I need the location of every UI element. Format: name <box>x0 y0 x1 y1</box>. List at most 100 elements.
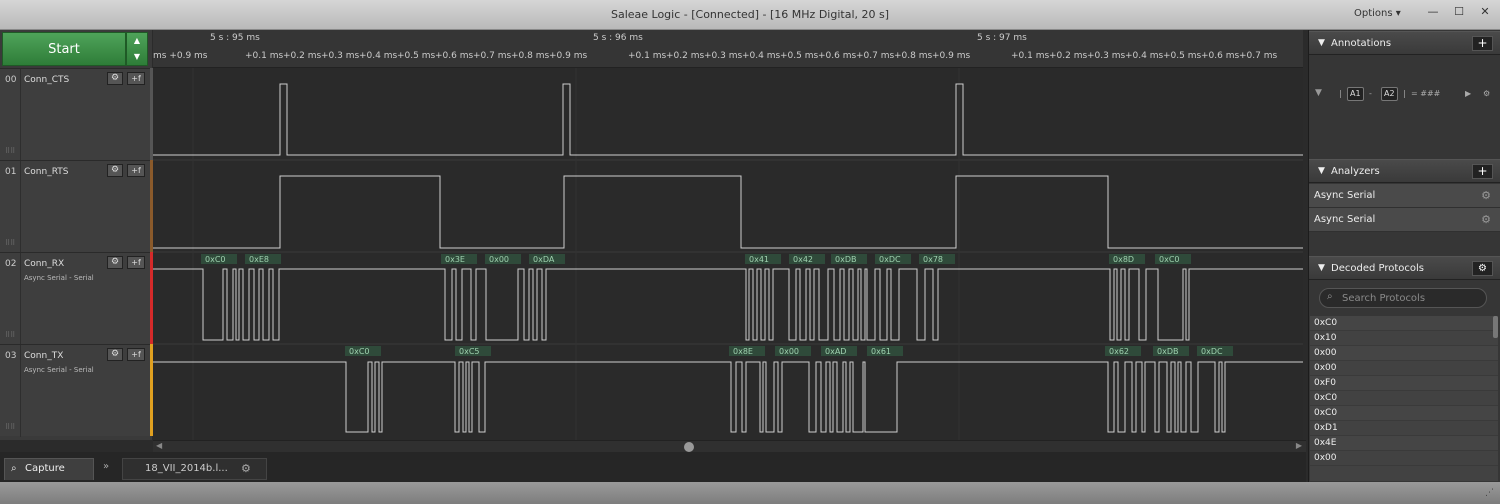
decoded-byte-label[interactable]: 0xC0 <box>349 347 370 356</box>
decoded-byte-label[interactable]: 0xDB <box>1157 347 1178 356</box>
pin-icon[interactable]: ▼ <box>1315 88 1322 98</box>
time-minor-label: +0.9 ms <box>549 51 588 61</box>
gear-icon[interactable]: ⚙ <box>1481 208 1491 232</box>
decoded-byte-label[interactable]: 0x78 <box>923 255 943 264</box>
channel-row[interactable]: 00 Conn_CTS ⚙ +f ⠿⠿ <box>0 68 150 161</box>
decoded-byte-label[interactable]: 0x8E <box>733 347 753 356</box>
options-menu[interactable]: Options ▾ <box>1354 8 1401 19</box>
search-protocols-input[interactable] <box>1342 291 1482 305</box>
decoded-item[interactable]: 0x4E <box>1310 436 1498 451</box>
gear-icon[interactable]: ⚙ <box>1483 89 1490 98</box>
decoded-item[interactable]: 0xC0 <box>1310 391 1498 406</box>
channel-settings-gear-icon[interactable]: ⚙ <box>107 256 123 269</box>
analyzer-item[interactable]: Async Serial ⚙ <box>1309 184 1500 208</box>
channel-name[interactable]: Conn_RX <box>24 259 64 269</box>
channel-row[interactable]: 02 Conn_RX Async Serial - Serial ⚙ +f ⠿⠿ <box>0 252 150 345</box>
decoded-item[interactable]: 0x00 <box>1310 346 1498 361</box>
annotation-a2[interactable]: A2 <box>1381 87 1398 101</box>
drag-grip-icon[interactable]: ⠿⠿ <box>5 147 15 155</box>
analyzer-item[interactable]: Async Serial ⚙ <box>1309 208 1500 232</box>
add-analyzer-icon[interactable]: +f <box>127 348 145 361</box>
decoded-item[interactable]: 0x00 <box>1310 451 1498 466</box>
play-icon[interactable]: ▶ <box>1465 89 1471 98</box>
channel-number: 03 <box>5 351 17 361</box>
decoded-byte-label[interactable]: 0x3E <box>445 255 465 264</box>
decoded-protocols-header[interactable]: ▼ Decoded Protocols ⚙ <box>1309 256 1500 280</box>
tab-file[interactable]: 18_VII_2014b.l... ⚙ <box>122 458 267 480</box>
decoded-byte-label[interactable]: 0x41 <box>749 255 769 264</box>
add-analyzer-icon[interactable]: +f <box>127 72 145 85</box>
close-button[interactable]: ✕ <box>1474 4 1496 20</box>
channel-name[interactable]: Conn_RTS <box>24 167 69 177</box>
decoded-item[interactable]: 0xC0 <box>1310 406 1498 421</box>
add-analyzer-icon[interactable]: +f <box>127 256 145 269</box>
time-minor-label: +0.2 ms <box>283 51 322 61</box>
start-button[interactable]: Start <box>2 32 126 66</box>
decoded-byte-label[interactable]: 0x61 <box>871 347 891 356</box>
triangle-down-icon[interactable]: ▼ <box>1318 38 1325 48</box>
minimize-button[interactable]: — <box>1422 4 1444 20</box>
decoded-byte-label[interactable]: 0xC0 <box>205 255 226 264</box>
decoded-byte-label[interactable]: 0xE8 <box>249 255 269 264</box>
resize-grip-icon[interactable]: ⋰ <box>1485 488 1494 498</box>
channel-row[interactable]: 03 Conn_TX Async Serial - Serial ⚙ +f ⠿⠿ <box>0 344 150 437</box>
decoded-list-scrollbar[interactable] <box>1493 316 1498 338</box>
decoded-item[interactable]: 0x10 <box>1310 331 1498 346</box>
time-minor-label: +0.3 ms <box>321 51 360 61</box>
gear-icon[interactable]: ⚙ <box>1472 261 1493 276</box>
decoded-byte-label[interactable]: 0x62 <box>1109 347 1129 356</box>
channel-settings-gear-icon[interactable]: ⚙ <box>107 348 123 361</box>
drag-grip-icon[interactable]: ⠿⠿ <box>5 331 15 339</box>
gear-icon[interactable]: ⚙ <box>241 459 251 479</box>
decoded-byte-label[interactable]: 0xDC <box>879 255 901 264</box>
decoded-byte-label[interactable]: 0xDA <box>533 255 555 264</box>
search-protocols[interactable]: ⌕ <box>1319 288 1487 308</box>
decoded-byte-label[interactable]: 0x00 <box>489 255 509 264</box>
channel-settings-gear-icon[interactable]: ⚙ <box>107 72 123 85</box>
analyzer-label: Async Serial <box>1314 214 1376 225</box>
channel-name[interactable]: Conn_CTS <box>24 75 69 85</box>
start-options-button[interactable]: ▲ ▼ <box>126 32 148 66</box>
annotation-a1[interactable]: A1 <box>1347 87 1364 101</box>
maximize-button[interactable]: ☐ <box>1448 4 1470 20</box>
window-titlebar: Saleae Logic - [Connected] - [16 MHz Dig… <box>0 0 1500 30</box>
triangle-down-icon[interactable]: ▼ <box>1318 166 1325 176</box>
analyzers-header[interactable]: ▼ Analyzers + <box>1309 159 1500 183</box>
decoded-byte-label[interactable]: 0x00 <box>779 347 799 356</box>
tab-capture[interactable]: ⌕ Capture <box>4 458 94 480</box>
drag-grip-icon[interactable]: ⠿⠿ <box>5 423 15 431</box>
decoded-byte-label[interactable]: 0xDC <box>1201 347 1223 356</box>
decoded-byte-label[interactable]: 0x8D <box>1113 255 1134 264</box>
arrow-down-icon: ▼ <box>133 52 141 61</box>
gear-icon[interactable]: ⚙ <box>1481 184 1491 208</box>
decoded-byte-label[interactable]: 0xC5 <box>459 347 480 356</box>
time-ruler[interactable]: 5 s : 95 ms 5 s : 96 ms 5 s : 97 ms ms +… <box>153 30 1303 68</box>
decoded-list[interactable]: 0xC0 0x10 0x00 0x00 0xF0 0xC0 0xC0 0xD1 0x4E 0x00 <box>1310 316 1498 481</box>
add-analyzer-icon[interactable]: +f <box>127 164 145 177</box>
add-analyzer-button[interactable]: + <box>1472 164 1493 179</box>
decoded-item[interactable]: 0x00 <box>1310 361 1498 376</box>
decoded-byte-label[interactable]: 0xAD <box>825 347 846 356</box>
decoded-item[interactable]: 0xD1 <box>1310 421 1498 436</box>
channel-settings-gear-icon[interactable]: ⚙ <box>107 164 123 177</box>
waveform-canvas[interactable]: 0xC0 0xE8 0x3E 0x00 0xDA 0x41 0x42 0xDB 0xDC 0x78… <box>153 68 1303 440</box>
annotation-row[interactable]: ▼ | A1 - A2 | = ### ▶ ⚙ <box>1311 86 1499 104</box>
scroll-right-icon[interactable]: ▶ <box>1296 441 1302 450</box>
triangle-down-icon[interactable]: ▼ <box>1318 263 1325 273</box>
decoded-byte-label[interactable]: 0xDB <box>835 255 856 264</box>
tab-overflow-icon[interactable]: » <box>103 461 109 472</box>
drag-grip-icon[interactable]: ⠿⠿ <box>5 239 15 247</box>
annotations-header[interactable]: ▼ Annotations + <box>1309 31 1500 55</box>
time-major-label: 5 s : 95 ms <box>210 33 260 43</box>
decoded-item[interactable]: 0xC0 <box>1310 316 1498 331</box>
channel-row[interactable]: 01 Conn_RTS ⚙ +f ⠿⠿ <box>0 160 150 253</box>
decoded-byte-label[interactable]: 0x42 <box>793 255 813 264</box>
scrollbar-thumb[interactable] <box>684 442 694 452</box>
horizontal-scrollbar[interactable]: ◀ ▶ <box>153 440 1306 452</box>
scroll-left-icon[interactable]: ◀ <box>156 441 162 450</box>
decoded-byte-label[interactable]: 0xC0 <box>1159 255 1180 264</box>
channel-name[interactable]: Conn_TX <box>24 351 63 361</box>
add-annotation-button[interactable]: + <box>1472 36 1493 51</box>
waveform-area[interactable]: 0xC0 0xE8 0x3E 0x00 0xDA 0x41 0x42 0xDB 0xDC 0x78… <box>153 68 1303 440</box>
decoded-item[interactable]: 0xF0 <box>1310 376 1498 391</box>
